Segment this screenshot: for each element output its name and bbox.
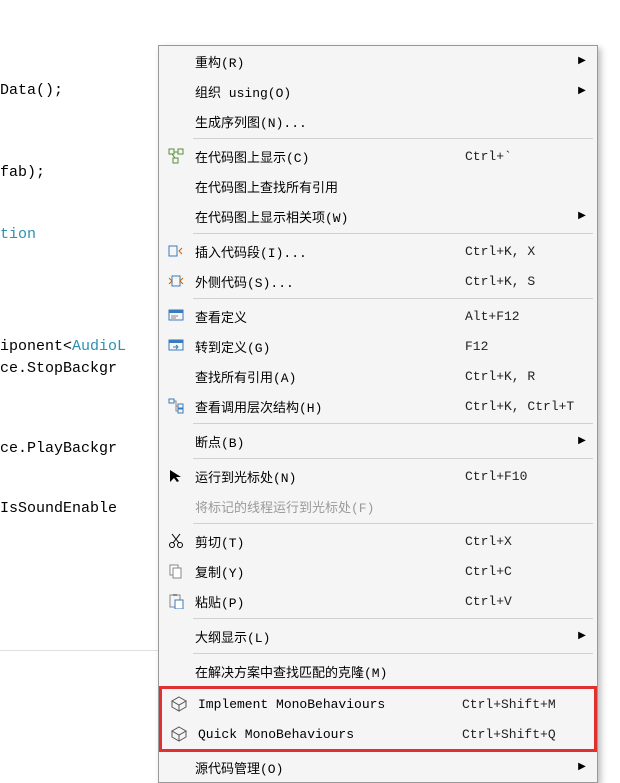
menu-item-label: 在代码图上显示(C) [189, 147, 465, 166]
menu-item-shortcut: Ctrl+X [465, 534, 575, 549]
menu-item-label: Quick MonoBehaviours [192, 727, 462, 742]
code-editor-background: Data(); fab); tion iponent<AudioL ce.Sto… [0, 0, 160, 777]
menu-item-peek-def[interactable]: 查看定义Alt+F12 [159, 301, 597, 331]
cube-icon [166, 726, 192, 742]
menu-item-label: 转到定义(G) [189, 337, 465, 356]
code-line: iponent<AudioL [0, 336, 160, 358]
menu-separator [193, 618, 593, 619]
codemap-icon [163, 148, 189, 164]
menu-item-shortcut: Ctrl+K, R [465, 369, 575, 384]
menu-item-label: Implement MonoBehaviours [192, 697, 462, 712]
menu-item-label: 将标记的线程运行到光标处(F) [189, 497, 465, 516]
goto-icon [163, 338, 189, 354]
menu-item-shortcut: Ctrl+K, X [465, 244, 575, 259]
menu-item-gen-seq[interactable]: 生成序列图(N)... [159, 106, 597, 136]
paste-icon [163, 593, 189, 609]
menu-item-label: 在代码图上查找所有引用 [189, 177, 465, 196]
menu-item-cut[interactable]: 剪切(T)Ctrl+X [159, 526, 597, 556]
code-line: fab); [0, 162, 160, 184]
menu-item-find-all-refs[interactable]: 查找所有引用(A)Ctrl+K, R [159, 361, 597, 391]
menu-item-label: 在解决方案中查找匹配的克隆(M) [189, 662, 465, 681]
code-line: tion [0, 224, 160, 246]
hierarchy-icon [163, 398, 189, 414]
menu-item-refactor[interactable]: 重构(R) ▶ [159, 46, 597, 76]
cut-icon [163, 533, 189, 549]
menu-separator [193, 523, 593, 524]
menu-item-label: 插入代码段(I)... [189, 242, 465, 261]
menu-item-source-control[interactable]: 源代码管理(O) ▶ [159, 752, 597, 782]
menu-item-outline[interactable]: 大纲显示(L) ▶ [159, 621, 597, 651]
menu-item-label: 重构(R) [189, 52, 465, 71]
code-line: ce.PlayBackgr [0, 438, 160, 460]
menu-item-label: 源代码管理(O) [189, 758, 465, 777]
menu-item-find-refs-codemap[interactable]: 在代码图上查找所有引用 [159, 171, 597, 201]
code-line: IsSoundEnable [0, 498, 160, 520]
menu-separator [193, 458, 593, 459]
menu-item-impl-mono[interactable]: Implement MonoBehavioursCtrl+Shift+M [162, 689, 594, 719]
submenu-arrow-icon: ▶ [575, 630, 589, 642]
menu-item-shortcut: Ctrl+Shift+Q [462, 727, 572, 742]
menu-item-surround-snippet[interactable]: 外侧代码(S)...Ctrl+K, S [159, 266, 597, 296]
menu-item-label: 运行到光标处(N) [189, 467, 465, 486]
menu-item-label: 断点(B) [189, 432, 465, 451]
snippet-in-icon [163, 243, 189, 259]
menu-item-shortcut: Ctrl+K, Ctrl+T [465, 399, 575, 414]
menu-item-run-to-cursor[interactable]: 运行到光标处(N)Ctrl+F10 [159, 461, 597, 491]
menu-item-goto-def[interactable]: 转到定义(G)F12 [159, 331, 597, 361]
menu-item-quick-mono[interactable]: Quick MonoBehavioursCtrl+Shift+Q [162, 719, 594, 749]
copy-icon [163, 563, 189, 579]
snippet-out-icon [163, 273, 189, 289]
submenu-arrow-icon: ▶ [575, 435, 589, 447]
code-line: ce.StopBackgr [0, 358, 160, 380]
context-menu: 重构(R)▶组织 using(O)▶生成序列图(N)...在代码图上显示(C)C… [158, 45, 598, 783]
highlighted-section: Implement MonoBehavioursCtrl+Shift+MQuic… [159, 686, 597, 752]
menu-item-shortcut: Ctrl+K, S [465, 274, 575, 289]
menu-item-label: 查看调用层次结构(H) [189, 397, 465, 416]
menu-item-show-related-codemap[interactable]: 在代码图上显示相关项(W) ▶ [159, 201, 597, 231]
menu-item-label: 查找所有引用(A) [189, 367, 465, 386]
menu-item-shortcut: Ctrl+` [465, 149, 575, 164]
menu-separator [193, 298, 593, 299]
menu-item-label: 组织 using(O) [189, 82, 465, 101]
submenu-arrow-icon: ▶ [575, 761, 589, 773]
menu-item-label: 查看定义 [189, 307, 465, 326]
menu-item-organize-using[interactable]: 组织 using(O) ▶ [159, 76, 597, 106]
menu-item-copy[interactable]: 复制(Y)Ctrl+C [159, 556, 597, 586]
menu-item-shortcut: Ctrl+F10 [465, 469, 575, 484]
menu-item-call-hierarchy[interactable]: 查看调用层次结构(H)Ctrl+K, Ctrl+T [159, 391, 597, 421]
menu-item-shortcut: F12 [465, 339, 575, 354]
menu-item-label: 生成序列图(N)... [189, 112, 465, 131]
menu-item-shortcut: Ctrl+C [465, 564, 575, 579]
menu-item-shortcut: Ctrl+Shift+M [462, 697, 572, 712]
code-line: Data(); [0, 80, 160, 102]
menu-separator [193, 138, 593, 139]
menu-item-label: 在代码图上显示相关项(W) [189, 207, 465, 226]
divider [0, 650, 160, 651]
menu-item-paste[interactable]: 粘贴(P)Ctrl+V [159, 586, 597, 616]
submenu-arrow-icon: ▶ [575, 210, 589, 222]
menu-separator [193, 423, 593, 424]
menu-item-label: 外侧代码(S)... [189, 272, 465, 291]
menu-item-label: 大纲显示(L) [189, 627, 465, 646]
menu-item-label: 复制(Y) [189, 562, 465, 581]
menu-item-shortcut: Ctrl+V [465, 594, 575, 609]
cursor-icon [163, 468, 189, 484]
submenu-arrow-icon: ▶ [575, 55, 589, 67]
menu-item-shortcut: Alt+F12 [465, 309, 575, 324]
menu-separator [193, 233, 593, 234]
menu-item-breakpoints[interactable]: 断点(B) ▶ [159, 426, 597, 456]
peek-icon [163, 308, 189, 324]
menu-item-run-flagged: 将标记的线程运行到光标处(F) [159, 491, 597, 521]
menu-item-label: 粘贴(P) [189, 592, 465, 611]
menu-item-show-codemap[interactable]: 在代码图上显示(C)Ctrl+` [159, 141, 597, 171]
menu-item-insert-snippet[interactable]: 插入代码段(I)...Ctrl+K, X [159, 236, 597, 266]
menu-separator [193, 653, 593, 654]
cube-icon [166, 696, 192, 712]
submenu-arrow-icon: ▶ [575, 85, 589, 97]
menu-item-find-clones[interactable]: 在解决方案中查找匹配的克隆(M) [159, 656, 597, 686]
menu-item-label: 剪切(T) [189, 532, 465, 551]
